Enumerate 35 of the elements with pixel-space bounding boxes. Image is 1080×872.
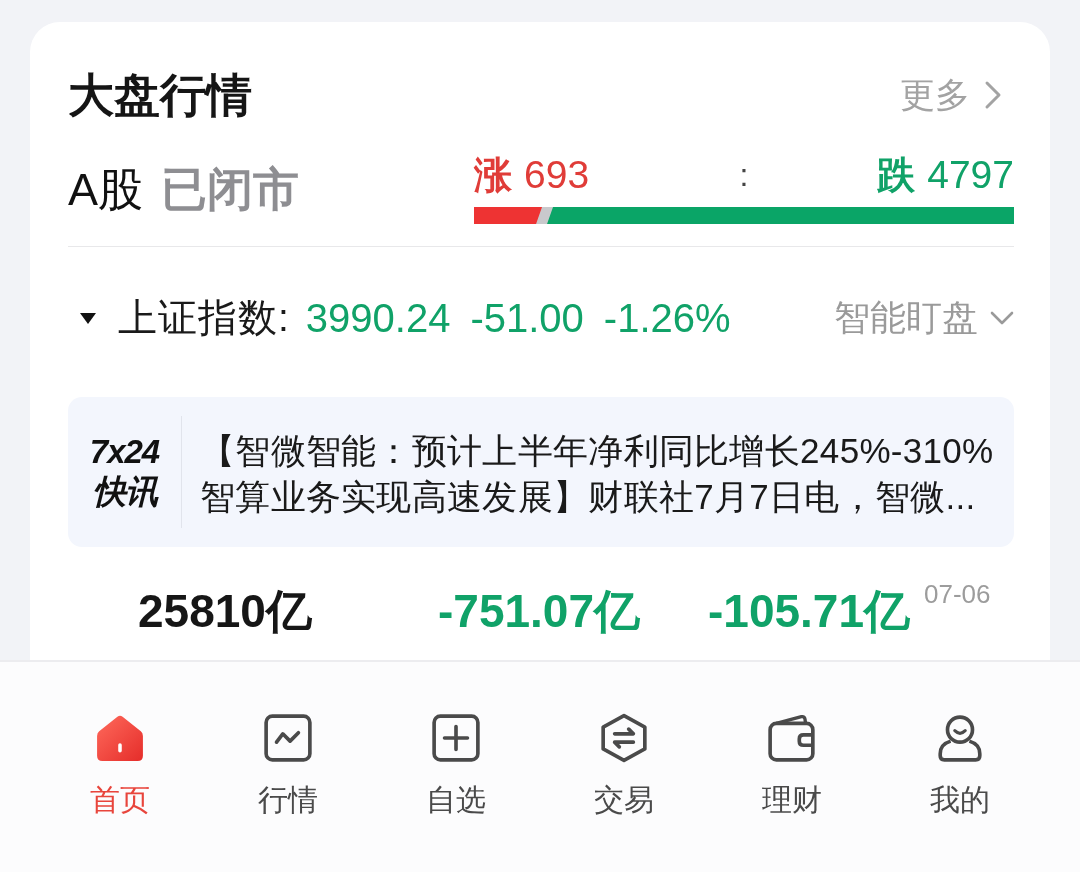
chevron-right-icon [984,80,1002,110]
nav-tab[interactable]: 首页 [36,662,204,818]
caret-down-icon[interactable] [79,311,97,325]
news-headline: 【智微智能：预计上半年净利同比增长245%-310% 智算业务实现高速发展】财联社7月7日电，智微... [200,430,995,518]
index-price: 3990.24 [305,295,451,341]
fall-label: 跌 [877,154,916,196]
card-title: 大盘行情 [68,69,252,121]
index-name: 上证指数: [118,295,290,341]
turnover-value: -105.71亿 [708,585,910,637]
line-chart-icon [263,713,313,763]
nav-tab[interactable]: 交易 [540,662,708,818]
rise-label: 涨 [474,154,512,196]
stats-date: 07-06 [924,579,991,609]
rise-count: 693 [524,154,590,196]
nav-tab[interactable]: 我的 [876,662,1044,818]
swap-icon [599,713,649,763]
nav-tab[interactable]: 自选 [372,662,540,818]
chevron-down-icon [990,311,1014,325]
news-badge-title: 快讯 [92,472,157,512]
turnover-value: 25810亿 [138,585,313,637]
wallet-icon [767,713,817,763]
user-icon [935,713,985,763]
fall-count: 4797 [927,154,1014,196]
market-name: A股 [68,164,143,216]
news-flash-card[interactable]: 7x24 快讯 【智微智能：预计上半年净利同比增长245%-310% 智算业务实现高速发展】财联社7月7日电，智微... [68,397,1014,547]
index-percent: -1.26% [603,295,731,341]
ratio-separator: : [739,156,749,195]
news-badge-number: 7x24 [89,432,160,472]
market-status: 已闭市 [161,163,299,215]
plus-square-icon [431,713,481,763]
index-change: -51.00 [470,295,584,341]
nav-tab[interactable]: 理财 [708,662,876,818]
nav-tab[interactable]: 行情 [204,662,372,818]
turnover-value: -751.07亿 [438,585,641,637]
home-icon [95,713,145,763]
